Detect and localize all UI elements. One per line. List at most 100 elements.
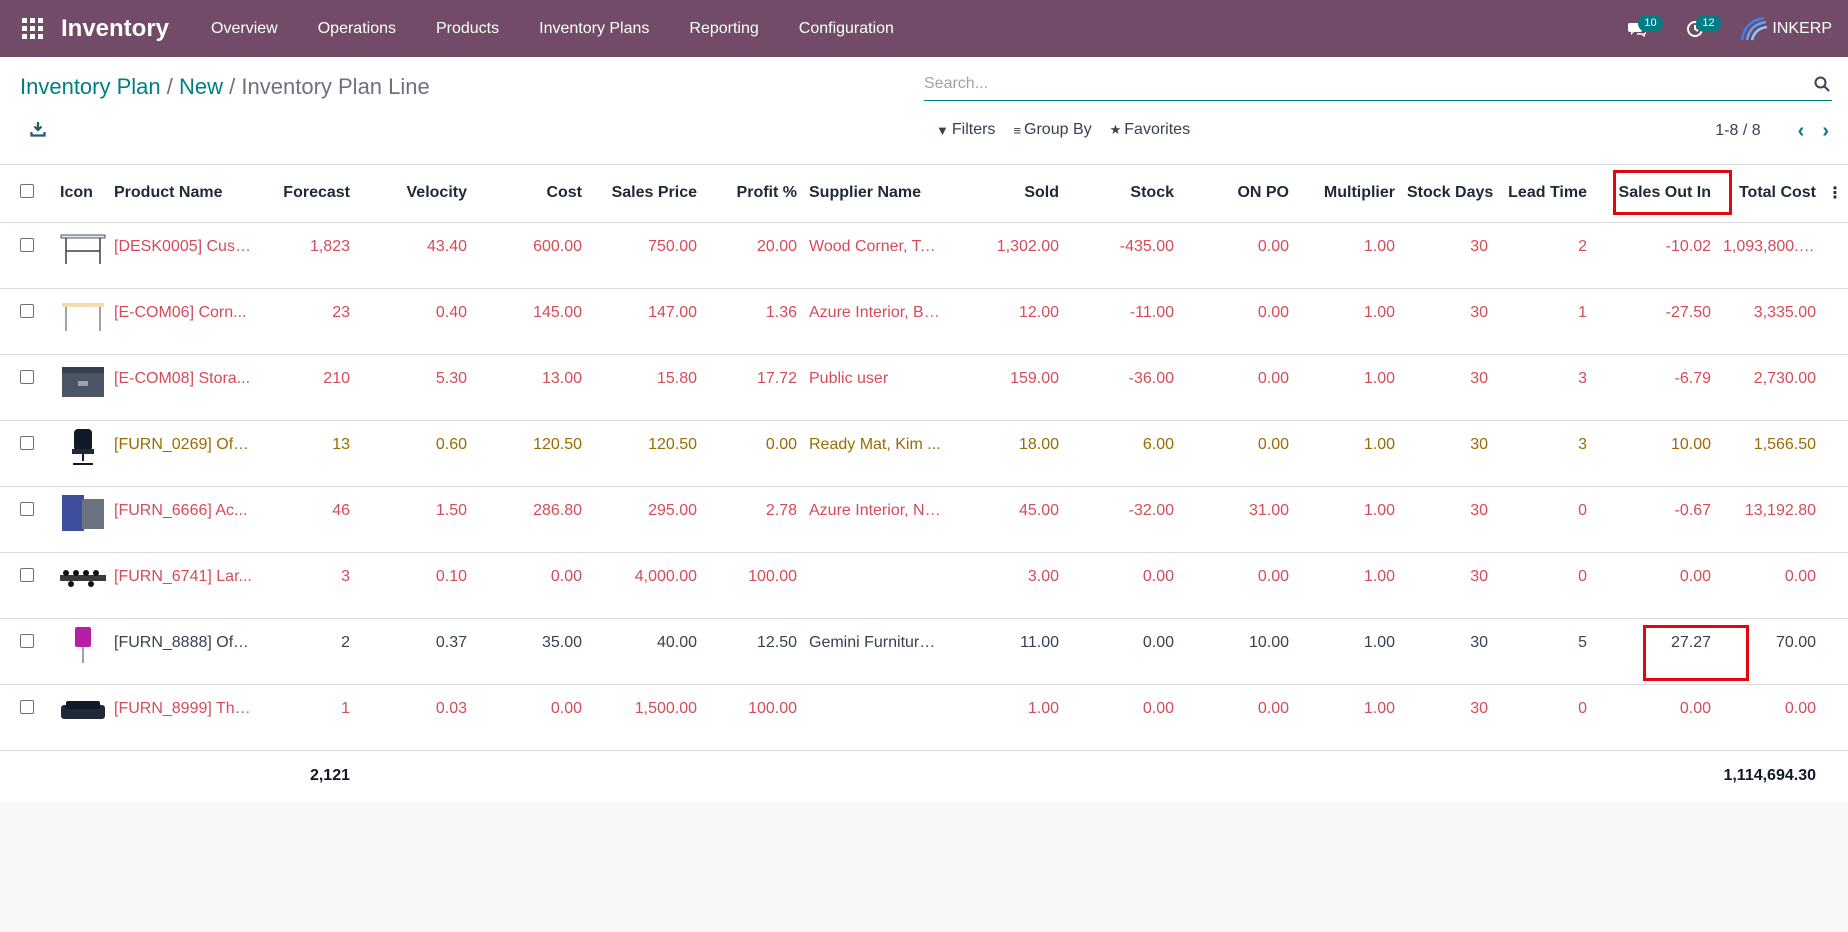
cell-stock[interactable]: 0.00: [1065, 552, 1180, 619]
cell-cost[interactable]: 35.00: [473, 618, 588, 685]
cell-lead-time[interactable]: 3: [1494, 354, 1593, 421]
menu-inventory-plans[interactable]: Inventory Plans: [519, 0, 669, 57]
cell-supplier-name[interactable]: Azure Interior, Br...: [803, 288, 947, 355]
cell-stock[interactable]: 6.00: [1065, 420, 1180, 487]
column-header-sales-out-in[interactable]: Sales Out In: [1593, 165, 1717, 223]
cell-multiplier[interactable]: 1.00: [1295, 618, 1401, 685]
cell-product-name[interactable]: [FURN_6741] Lar...: [108, 552, 258, 619]
row-checkbox[interactable]: [0, 684, 54, 751]
cell-multiplier[interactable]: 1.00: [1295, 420, 1401, 487]
cell-lead-time[interactable]: 2: [1494, 222, 1593, 289]
cell-sold[interactable]: 1.00: [947, 684, 1065, 751]
cell-stock-days[interactable]: 30: [1401, 222, 1494, 289]
cell-lead-time[interactable]: 0: [1494, 486, 1593, 553]
table-row[interactable]: [DESK0005] Cust... 1,823 43.40 600.00 750.00…: [0, 222, 1848, 289]
cell-multiplier[interactable]: 1.00: [1295, 288, 1401, 355]
cell-profit[interactable]: 2.78: [703, 486, 803, 553]
cell-forecast[interactable]: 1,823: [258, 222, 356, 289]
cell-product-name[interactable]: [FURN_6666] Ac...: [108, 486, 258, 553]
cell-velocity[interactable]: 0.10: [356, 552, 473, 619]
cell-profit[interactable]: 100.00: [703, 684, 803, 751]
cell-total-cost[interactable]: 13,192.80: [1717, 486, 1822, 553]
cell-cost[interactable]: 13.00: [473, 354, 588, 421]
cell-supplier-name[interactable]: [803, 552, 947, 619]
cell-profit[interactable]: 20.00: [703, 222, 803, 289]
cell-cost[interactable]: 600.00: [473, 222, 588, 289]
column-header-sold[interactable]: Sold: [947, 165, 1065, 223]
row-checkbox[interactable]: [0, 288, 54, 355]
cell-product-name[interactable]: [FURN_8999] Thr...: [108, 684, 258, 751]
column-header-stock[interactable]: Stock: [1065, 165, 1180, 223]
column-header-on-po[interactable]: ON PO: [1180, 165, 1295, 223]
cell-velocity[interactable]: 5.30: [356, 354, 473, 421]
cell-velocity[interactable]: 0.60: [356, 420, 473, 487]
column-header-forecast[interactable]: Forecast: [258, 165, 356, 223]
column-header-stock-days[interactable]: Stock Days: [1401, 165, 1494, 223]
cell-product-name[interactable]: [E-COM06] Corn...: [108, 288, 258, 355]
cell-total-cost[interactable]: 0.00: [1717, 552, 1822, 619]
cell-forecast[interactable]: 210: [258, 354, 356, 421]
cell-total-cost[interactable]: 0.00: [1717, 684, 1822, 751]
cell-forecast[interactable]: 13: [258, 420, 356, 487]
cell-supplier-name[interactable]: Wood Corner, To...: [803, 222, 947, 289]
cell-sales-out-in[interactable]: -10.02: [1593, 222, 1717, 289]
column-header-lead-time[interactable]: Lead Time: [1494, 165, 1593, 223]
table-row[interactable]: [FURN_8888] Offi... 2 0.37 35.00 40.00 12.50 G…: [0, 618, 1848, 685]
cell-sold[interactable]: 12.00: [947, 288, 1065, 355]
cell-sales-price[interactable]: 147.00: [588, 288, 703, 355]
menu-operations[interactable]: Operations: [298, 0, 416, 57]
cell-total-cost[interactable]: 70.00: [1717, 618, 1822, 685]
app-brand[interactable]: Inventory: [61, 15, 169, 43]
cell-supplier-name[interactable]: [803, 684, 947, 751]
cell-stock[interactable]: -435.00: [1065, 222, 1180, 289]
cell-stock[interactable]: -11.00: [1065, 288, 1180, 355]
cell-on-po[interactable]: 0.00: [1180, 222, 1295, 289]
cell-stock-days[interactable]: 30: [1401, 552, 1494, 619]
company-switcher[interactable]: INKERP: [1738, 16, 1832, 42]
group-by-button[interactable]: ≡ Group By: [1013, 121, 1091, 139]
cell-sales-price[interactable]: 295.00: [588, 486, 703, 553]
cell-cost[interactable]: 145.00: [473, 288, 588, 355]
row-checkbox[interactable]: [0, 618, 54, 685]
cell-sales-out-in[interactable]: -27.50: [1593, 288, 1717, 355]
cell-on-po[interactable]: 0.00: [1180, 420, 1295, 487]
cell-stock-days[interactable]: 30: [1401, 288, 1494, 355]
cell-forecast[interactable]: 3: [258, 552, 356, 619]
column-header-sales-price[interactable]: Sales Price: [588, 165, 703, 223]
column-header-icon[interactable]: Icon: [54, 165, 108, 223]
cell-multiplier[interactable]: 1.00: [1295, 354, 1401, 421]
cell-total-cost[interactable]: 1,093,800.00: [1717, 222, 1822, 289]
cell-stock[interactable]: -32.00: [1065, 486, 1180, 553]
cell-supplier-name[interactable]: Azure Interior, Ni...: [803, 486, 947, 553]
cell-sales-price[interactable]: 40.00: [588, 618, 703, 685]
cell-profit[interactable]: 17.72: [703, 354, 803, 421]
apps-grid-icon[interactable]: [17, 14, 47, 44]
cell-total-cost[interactable]: 3,335.00: [1717, 288, 1822, 355]
cell-multiplier[interactable]: 1.00: [1295, 552, 1401, 619]
activities-button[interactable]: 12: [1680, 14, 1721, 44]
cell-sales-out-in[interactable]: 0.00: [1593, 684, 1717, 751]
cell-supplier-name[interactable]: Gemini Furniture,...: [803, 618, 947, 685]
cell-total-cost[interactable]: 2,730.00: [1717, 354, 1822, 421]
breadcrumb-inventory-plan[interactable]: Inventory Plan: [20, 74, 161, 99]
cell-sold[interactable]: 18.00: [947, 420, 1065, 487]
cell-on-po[interactable]: 0.00: [1180, 552, 1295, 619]
cell-on-po[interactable]: 0.00: [1180, 288, 1295, 355]
cell-sales-price[interactable]: 15.80: [588, 354, 703, 421]
cell-total-cost[interactable]: 1,566.50: [1717, 420, 1822, 487]
cell-sold[interactable]: 1,302.00: [947, 222, 1065, 289]
cell-profit[interactable]: 1.36: [703, 288, 803, 355]
row-checkbox[interactable]: [0, 222, 54, 289]
cell-profit[interactable]: 12.50: [703, 618, 803, 685]
cell-sales-price[interactable]: 750.00: [588, 222, 703, 289]
cell-on-po[interactable]: 10.00: [1180, 618, 1295, 685]
cell-lead-time[interactable]: 0: [1494, 684, 1593, 751]
cell-supplier-name[interactable]: Public user: [803, 354, 947, 421]
menu-configuration[interactable]: Configuration: [779, 0, 914, 57]
cell-stock-days[interactable]: 30: [1401, 354, 1494, 421]
menu-reporting[interactable]: Reporting: [669, 0, 778, 57]
cell-sales-price[interactable]: 4,000.00: [588, 552, 703, 619]
column-header-product-name[interactable]: Product Name: [108, 165, 258, 223]
cell-cost[interactable]: 120.50: [473, 420, 588, 487]
cell-sold[interactable]: 3.00: [947, 552, 1065, 619]
